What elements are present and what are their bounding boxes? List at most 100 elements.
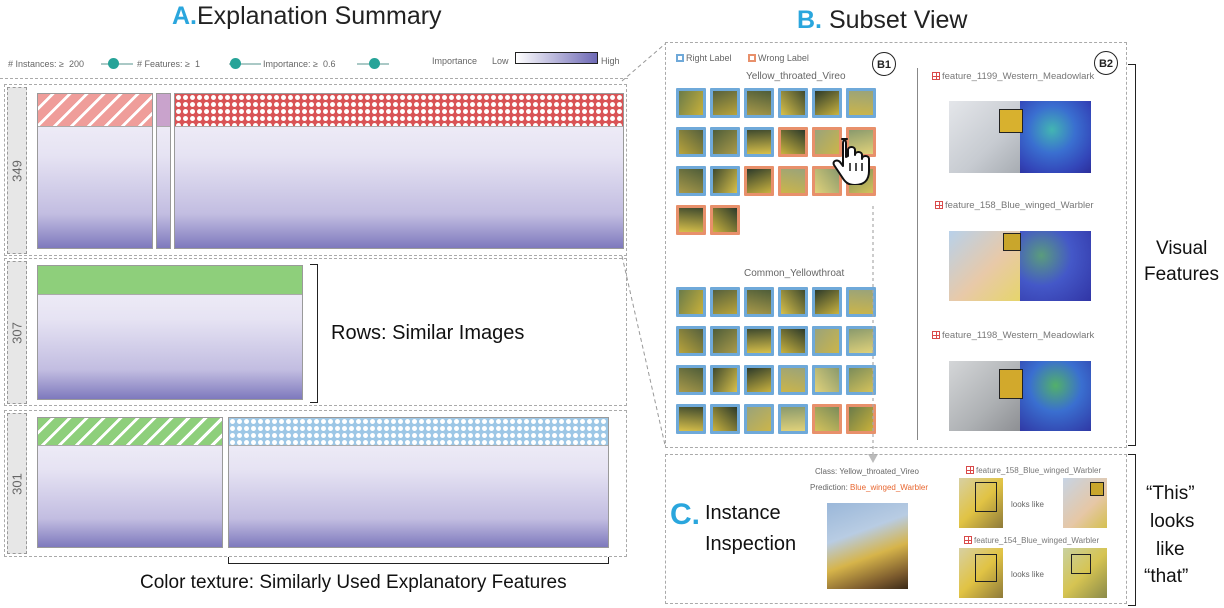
bird-thumbnail[interactable] (778, 127, 808, 157)
inspected-instance-image[interactable] (827, 503, 908, 589)
bird-thumbnail[interactable] (812, 365, 842, 395)
bird-thumbnail[interactable] (676, 287, 706, 317)
visual-annotation-2: Features (1144, 264, 1219, 285)
bird-thumbnail[interactable] (744, 326, 774, 356)
bird-thumbnail[interactable] (744, 88, 774, 118)
bird-thumbnail[interactable] (710, 326, 740, 356)
bird-thumbnail[interactable] (778, 88, 808, 118)
feature-texture-green (38, 266, 302, 295)
inspect-that-1-image[interactable] (1063, 478, 1107, 528)
inspect-class: Class: Yellow_throated_Vireo (815, 467, 919, 476)
feature-2-title: feature_158_Blue_winged_Warbler (935, 200, 1094, 211)
feature-1-visual[interactable] (949, 101, 1091, 173)
bird-thumbnail[interactable] (778, 365, 808, 395)
section-a-title: A.Explanation Summary (172, 2, 442, 30)
hand-cursor-icon (832, 138, 870, 185)
row-3-block-1[interactable] (37, 417, 223, 548)
section-c-letter: C. (670, 498, 700, 531)
inspect-feature-1-title: feature_158_Blue_winged_Warbler (966, 466, 1101, 475)
bird-thumbnail[interactable] (676, 127, 706, 157)
bird-thumbnail[interactable] (812, 287, 842, 317)
feature-grid-icon (935, 201, 943, 209)
this-annotation-4: “that” (1144, 566, 1189, 587)
row-1-block-3[interactable] (174, 93, 624, 249)
row-2-block-1[interactable] (37, 265, 303, 400)
importance-filter-label: Importance: ≥ 0.6 (263, 59, 336, 69)
b1-to-c-arrow (868, 206, 878, 463)
bird-thumbnail[interactable] (710, 365, 740, 395)
inspect-feature-2-title: feature_154_Blue_winged_Warbler (964, 536, 1099, 545)
feature-3-visual[interactable] (949, 361, 1091, 431)
inspect-prediction: Prediction: Blue_winged_Warbler (810, 483, 928, 492)
bird-thumbnail[interactable] (778, 166, 808, 196)
this-annotation-3: like (1156, 539, 1185, 560)
bird-thumbnail[interactable] (676, 365, 706, 395)
features-slider-knob[interactable] (230, 58, 241, 69)
row-3-block-2[interactable] (228, 417, 609, 548)
bird-thumbnail[interactable] (812, 326, 842, 356)
bird-thumbnail[interactable] (676, 205, 706, 235)
bird-thumbnail[interactable] (710, 287, 740, 317)
looks-like-1: looks like (1011, 500, 1044, 509)
right-label-legend: Right Label (676, 53, 732, 63)
row-1-count-label: 349 (7, 87, 27, 254)
bird-thumbnail[interactable] (744, 287, 774, 317)
inspect-that-2-image[interactable] (1063, 548, 1107, 598)
feature-1-title: feature_1199_Western_Meadowlark (932, 71, 1094, 82)
importance-slider-knob[interactable] (369, 58, 380, 69)
texture-bracket (228, 557, 609, 564)
controls-divider (0, 78, 628, 79)
row-1-block-2[interactable] (156, 93, 171, 249)
bird-thumbnail[interactable] (676, 326, 706, 356)
feature-1-heatmap-placeholder (1020, 101, 1091, 173)
instances-filter-label: # Instances: ≥ 200 (8, 59, 85, 69)
section-c-title-1: Instance (705, 502, 781, 524)
this-annotation-1: “This” (1146, 483, 1195, 504)
instances-slider-knob[interactable] (108, 58, 119, 69)
feature-2-visual[interactable] (949, 231, 1091, 301)
rows-bracket (310, 264, 318, 403)
inspect-this-1-patch (975, 482, 997, 512)
bird-thumbnail[interactable] (744, 365, 774, 395)
this-annotation-2: looks (1150, 511, 1195, 532)
row-1-block-1[interactable] (37, 93, 153, 249)
inspect-this-2-patch (975, 554, 997, 582)
bird-thumbnail[interactable] (710, 404, 740, 434)
feature-grid-icon (932, 331, 940, 339)
visual-annotation-1: Visual (1156, 238, 1208, 259)
bird-thumbnail[interactable] (846, 88, 876, 118)
feature-3-patch (999, 369, 1023, 399)
inspect-that-1-patch (1090, 482, 1104, 496)
inspect-this-1-image[interactable] (959, 478, 1003, 528)
bird-thumbnail[interactable] (778, 287, 808, 317)
importance-color-legend (515, 52, 598, 64)
feature-texture-purple (157, 94, 170, 127)
feature-texture-dots-blue (229, 418, 608, 446)
bird-thumbnail[interactable] (676, 404, 706, 434)
legend-high-label: High (601, 56, 620, 66)
feature-2-heatmap-placeholder (1020, 231, 1091, 301)
bird-thumbnail[interactable] (778, 326, 808, 356)
row-3-count-label: 301 (7, 413, 27, 554)
bird-thumbnail[interactable] (710, 166, 740, 196)
bird-thumbnail[interactable] (710, 88, 740, 118)
wrong-label-legend: Wrong Label (748, 53, 809, 63)
bird-thumbnail[interactable] (744, 404, 774, 434)
rows-annotation: Rows: Similar Images (331, 322, 525, 344)
looks-like-2: looks like (1011, 570, 1044, 579)
bird-thumbnail[interactable] (778, 404, 808, 434)
bird-thumbnail[interactable] (710, 205, 740, 235)
b2-marker: B2 (1094, 51, 1118, 75)
inspect-this-2-image[interactable] (959, 548, 1003, 598)
bird-thumbnail[interactable] (676, 88, 706, 118)
bird-thumbnail[interactable] (812, 88, 842, 118)
feature-texture-stripe-red (38, 94, 152, 127)
bird-thumbnail[interactable] (744, 127, 774, 157)
class-2-title: Common_Yellowthroat (744, 268, 845, 279)
feature-grid-icon (932, 72, 940, 80)
feature-texture-dots-red (175, 94, 623, 127)
bird-thumbnail[interactable] (676, 166, 706, 196)
bird-thumbnail[interactable] (744, 166, 774, 196)
bird-thumbnail[interactable] (710, 127, 740, 157)
bird-thumbnail[interactable] (812, 404, 842, 434)
